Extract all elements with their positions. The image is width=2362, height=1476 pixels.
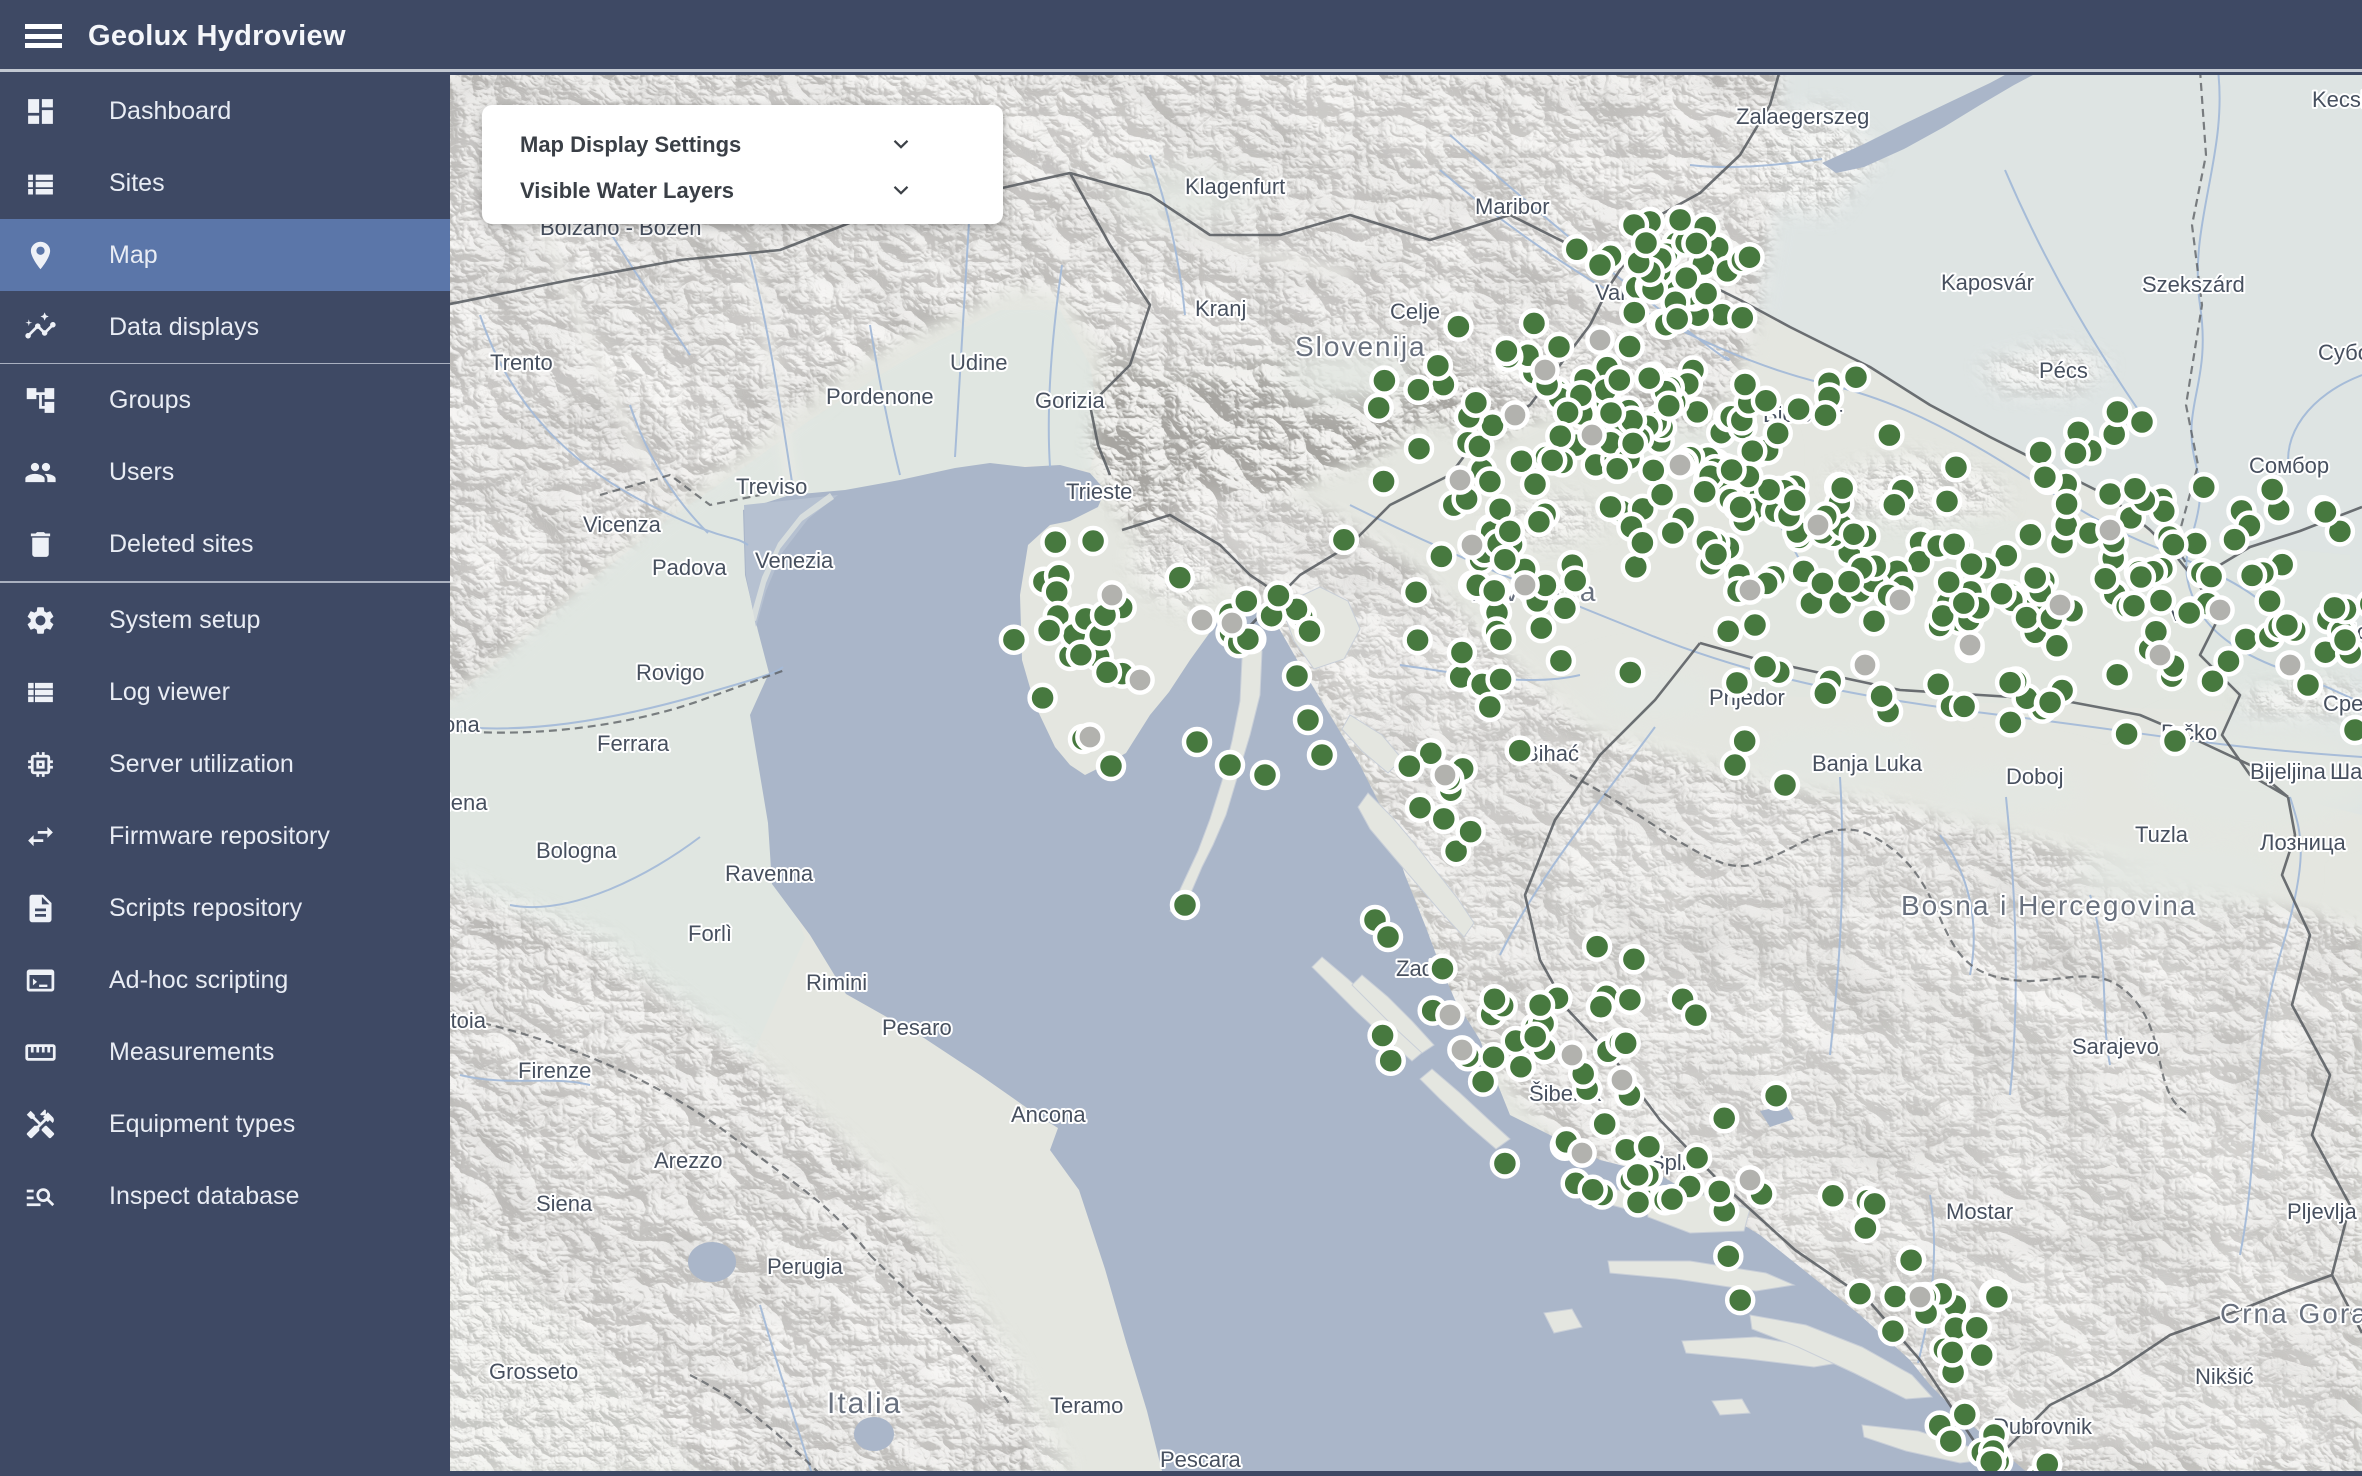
svg-text:Rovigo: Rovigo xyxy=(636,660,704,685)
svg-text:Verona: Verona xyxy=(450,712,480,737)
svg-text:Forlì: Forlì xyxy=(688,921,732,946)
svg-text:Rimini: Rimini xyxy=(806,970,867,995)
svg-text:Kecskem: Kecskem xyxy=(2312,87,2362,112)
svg-text:Crna Gora / Црн: Crna Gora / Црн xyxy=(2220,1298,2362,1329)
svg-text:Bosna i Hercegovina: Bosna i Hercegovina xyxy=(1901,890,2197,921)
svg-text:Pescara: Pescara xyxy=(1160,1447,1241,1471)
svg-text:Szekszárd: Szekszárd xyxy=(2142,272,2245,297)
svg-text:Ferrara: Ferrara xyxy=(597,731,670,756)
svg-text:Slovenija: Slovenija xyxy=(1295,331,1427,362)
svg-text:Maribor: Maribor xyxy=(1475,194,1550,219)
svg-text:Лозница: Лозница xyxy=(2260,830,2347,855)
svg-text:Nikšić: Nikšić xyxy=(2195,1364,2254,1389)
svg-text:Sarajevo: Sarajevo xyxy=(2072,1034,2159,1059)
svg-text:Bijeljina: Bijeljina xyxy=(2250,759,2327,784)
svg-text:Ancona: Ancona xyxy=(1011,1102,1086,1127)
svg-text:Pistoia: Pistoia xyxy=(450,1008,487,1033)
svg-text:Pécs: Pécs xyxy=(2039,358,2088,383)
svg-text:Trieste: Trieste xyxy=(1066,479,1132,504)
svg-text:Klagenfurt: Klagenfurt xyxy=(1185,174,1285,199)
svg-text:Сремска Мит: Сремска Мит xyxy=(2323,691,2362,716)
svg-text:Zalaegerszeg: Zalaegerszeg xyxy=(1736,104,1869,129)
svg-text:Udine: Udine xyxy=(950,350,1007,375)
svg-text:Kaposvár: Kaposvár xyxy=(1941,270,2034,295)
svg-text:Treviso: Treviso xyxy=(736,474,807,499)
svg-text:Pljevlja: Pljevlja xyxy=(2287,1199,2357,1224)
svg-text:Italia: Italia xyxy=(827,1387,902,1420)
svg-text:Gorizia: Gorizia xyxy=(1035,388,1105,413)
svg-text:Pordenone: Pordenone xyxy=(826,384,934,409)
svg-text:Siena: Siena xyxy=(536,1191,593,1216)
svg-text:Firenze: Firenze xyxy=(518,1058,591,1083)
svg-text:Doboj: Doboj xyxy=(2006,764,2063,789)
svg-text:Сомбор: Сомбор xyxy=(2249,453,2329,478)
svg-text:Modena: Modena xyxy=(450,790,488,815)
svg-text:Ravenna: Ravenna xyxy=(725,861,814,886)
svg-text:Mostar: Mostar xyxy=(1946,1199,2013,1224)
svg-text:Teramo: Teramo xyxy=(1050,1393,1123,1418)
svg-text:Pesaro: Pesaro xyxy=(882,1015,952,1040)
svg-text:Venezia: Venezia xyxy=(755,548,834,573)
svg-text:Vicenza: Vicenza xyxy=(583,512,662,537)
svg-text:Grosseto: Grosseto xyxy=(489,1359,578,1384)
svg-text:Arezzo: Arezzo xyxy=(654,1148,722,1173)
svg-text:Banja Luka: Banja Luka xyxy=(1812,751,1923,776)
svg-text:Tuzla: Tuzla xyxy=(2135,822,2189,847)
svg-text:Шабац: Шабац xyxy=(2330,759,2362,784)
svg-text:Celje: Celje xyxy=(1390,299,1440,324)
svg-text:Bologna: Bologna xyxy=(536,838,618,863)
svg-text:Perugia: Perugia xyxy=(767,1254,844,1279)
svg-text:Суботица: Суботица xyxy=(2318,340,2362,365)
svg-text:Kranj: Kranj xyxy=(1195,296,1246,321)
svg-text:Padova: Padova xyxy=(652,555,727,580)
svg-text:Trento: Trento xyxy=(490,350,553,375)
